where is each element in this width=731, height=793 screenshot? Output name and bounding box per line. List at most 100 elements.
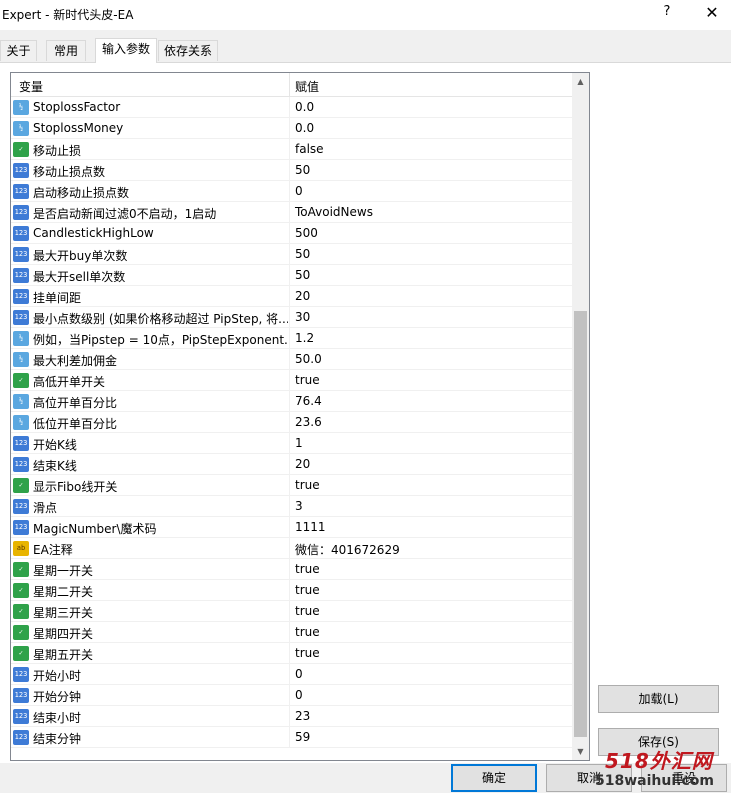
table-row[interactable]: 123 CandlestickHighLow 500: [11, 223, 572, 244]
parameter-value[interactable]: true: [295, 646, 320, 660]
table-row[interactable]: 123 开始小时 0: [11, 664, 572, 685]
parameter-value[interactable]: 0: [295, 688, 303, 702]
type-int-icon: 123: [13, 730, 29, 745]
table-row[interactable]: 123 是否启动新闻过滤0不启动，1启动 ToAvoidNews: [11, 202, 572, 223]
parameter-value[interactable]: 3: [295, 499, 303, 513]
tab-inputs[interactable]: 输入参数: [95, 38, 157, 63]
table-row[interactable]: ✓ 星期三开关 true: [11, 601, 572, 622]
parameter-value[interactable]: ToAvoidNews: [295, 205, 373, 219]
parameter-value[interactable]: 0: [295, 184, 303, 198]
tab-about[interactable]: 关于: [0, 40, 37, 61]
table-row[interactable]: 123 最大开buy单次数 50: [11, 244, 572, 265]
table-row[interactable]: ½ 最大利差加佣金 50.0: [11, 349, 572, 370]
cell-divider: [289, 181, 290, 202]
parameter-value[interactable]: 500: [295, 226, 318, 240]
parameter-value[interactable]: 76.4: [295, 394, 322, 408]
table-row[interactable]: ½ 高位开单百分比 76.4: [11, 391, 572, 412]
table-row[interactable]: 123 结束小时 23: [11, 706, 572, 727]
column-header-variable[interactable]: 变量: [19, 78, 43, 95]
parameter-value[interactable]: 1111: [295, 520, 326, 534]
parameter-value[interactable]: 0.0: [295, 121, 314, 135]
table-row[interactable]: ✓ 移动止损 false: [11, 139, 572, 160]
type-dbl-icon: ½: [13, 394, 29, 409]
cell-divider: [289, 349, 290, 370]
parameter-value[interactable]: true: [295, 604, 320, 618]
parameter-value[interactable]: 微信：401672629: [295, 541, 400, 558]
parameter-value[interactable]: 50: [295, 163, 310, 177]
parameter-name: 星期二开关: [33, 585, 94, 599]
table-row[interactable]: ½ StoplossMoney 0.0: [11, 118, 572, 139]
table-row[interactable]: ✓ 星期二开关 true: [11, 580, 572, 601]
parameter-value[interactable]: true: [295, 373, 320, 387]
type-int-icon: 123: [13, 436, 29, 451]
parameter-value[interactable]: 30: [295, 310, 310, 324]
table-row[interactable]: 123 结束K线 20: [11, 454, 572, 475]
table-row[interactable]: ½ 例如，当Pipstep = 10点，PipStepExponent... 1.2: [11, 328, 572, 349]
parameter-value[interactable]: 23.6: [295, 415, 322, 429]
table-row[interactable]: 123 最小点数级别 (如果价格移动超过 PipStep, 将... 30: [11, 307, 572, 328]
parameter-value[interactable]: false: [295, 142, 324, 156]
column-header-value[interactable]: 赋值: [295, 78, 319, 95]
cell-divider: [289, 328, 290, 349]
parameter-name: 结束K线: [33, 459, 77, 473]
table-row[interactable]: 123 MagicNumber\魔术码 1111: [11, 517, 572, 538]
table-row[interactable]: ½ 低位开单百分比 23.6: [11, 412, 572, 433]
scroll-up-arrow-icon[interactable]: ▲: [572, 73, 589, 90]
parameter-value[interactable]: 0: [295, 667, 303, 681]
parameter-name: 最大开sell单次数: [33, 270, 126, 284]
table-row[interactable]: 123 启动移动止损点数 0: [11, 181, 572, 202]
table-row[interactable]: ✓ 星期四开关 true: [11, 622, 572, 643]
parameter-value[interactable]: true: [295, 583, 320, 597]
parameter-value[interactable]: true: [295, 562, 320, 576]
type-bool-icon: ✓: [13, 604, 29, 619]
watermark-url: 518waihui.com: [595, 773, 714, 789]
type-int-icon: 123: [13, 163, 29, 178]
parameter-name: 滑点: [33, 501, 58, 515]
table-row[interactable]: ✓ 显示Fibo线开关 true: [11, 475, 572, 496]
type-dbl-icon: ½: [13, 352, 29, 367]
load-button[interactable]: 加载(L): [598, 685, 719, 713]
parameter-value[interactable]: 50: [295, 247, 310, 261]
type-bool-icon: ✓: [13, 562, 29, 577]
table-row[interactable]: ½ StoplossFactor 0.0: [11, 97, 572, 118]
table-row[interactable]: 123 移动止损点数 50: [11, 160, 572, 181]
parameter-value[interactable]: 1.2: [295, 331, 314, 345]
table-row[interactable]: ✓ 高低开单开关 true: [11, 370, 572, 391]
close-button[interactable]: ✕: [700, 3, 724, 22]
cell-divider: [289, 496, 290, 517]
scroll-down-arrow-icon[interactable]: ▼: [572, 743, 589, 760]
parameter-value[interactable]: 23: [295, 709, 310, 723]
watermark-text: 518外汇网: [605, 749, 713, 773]
table-row[interactable]: 123 挂单间距 20: [11, 286, 572, 307]
table-row[interactable]: ✓ 星期五开关 true: [11, 643, 572, 664]
help-button[interactable]: ?: [660, 4, 674, 19]
tab-dependencies[interactable]: 依存关系: [158, 40, 218, 61]
table-row[interactable]: 123 结束分钟 59: [11, 727, 572, 748]
table-row[interactable]: 123 滑点 3: [11, 496, 572, 517]
ok-button[interactable]: 确定: [451, 764, 537, 792]
parameter-value[interactable]: 50.0: [295, 352, 322, 366]
table-row[interactable]: 123 最大开sell单次数 50: [11, 265, 572, 286]
parameter-value[interactable]: 0.0: [295, 100, 314, 114]
type-int-icon: 123: [13, 688, 29, 703]
parameter-value[interactable]: 1: [295, 436, 303, 450]
parameter-value[interactable]: true: [295, 625, 320, 639]
table-row[interactable]: ab EA注释 微信：401672629: [11, 538, 572, 559]
tab-common[interactable]: 常用: [46, 40, 86, 61]
cell-divider: [289, 559, 290, 580]
parameter-value[interactable]: true: [295, 478, 320, 492]
parameter-value[interactable]: 59: [295, 730, 310, 744]
parameter-value[interactable]: 20: [295, 289, 310, 303]
parameter-value[interactable]: 50: [295, 268, 310, 282]
parameters-grid[interactable]: 变量 赋值 ½ StoplossFactor 0.0 ½ StoplossMoney 0.…: [10, 72, 590, 761]
table-row[interactable]: 123 开始K线 1: [11, 433, 572, 454]
type-dbl-icon: ½: [13, 331, 29, 346]
parameter-value[interactable]: 20: [295, 457, 310, 471]
table-row[interactable]: ✓ 星期一开关 true: [11, 559, 572, 580]
cell-divider: [289, 727, 290, 748]
column-divider[interactable]: [289, 73, 290, 97]
parameter-name: 开始分钟: [33, 690, 82, 704]
vertical-scrollbar[interactable]: ▲ ▼: [572, 73, 589, 760]
table-row[interactable]: 123 开始分钟 0: [11, 685, 572, 706]
scrollbar-thumb[interactable]: [574, 311, 587, 737]
